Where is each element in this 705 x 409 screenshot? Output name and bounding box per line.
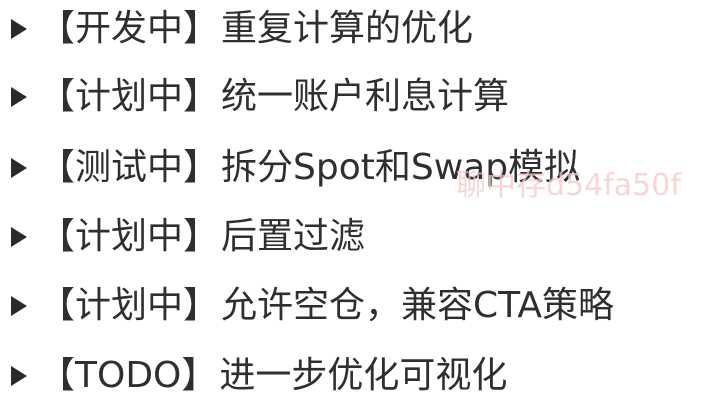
item-title: 允许空仓，兼容CTA策略 <box>221 285 614 326</box>
list-item: 【开发中】 重复计算的优化 <box>0 0 473 58</box>
triangle-bullet-icon <box>11 158 27 178</box>
item-title: 拆分Spot和Swap模拟 <box>221 147 581 188</box>
task-list: 【开发中】 重复计算的优化 【计划中】 统一账户利息计算 【测试中】 拆分Spo… <box>0 0 705 409</box>
list-item: 【TODO】 进一步优化可视化 <box>0 347 507 405</box>
item-title: 进一步优化可视化 <box>219 355 508 396</box>
status-tag: 【TODO】 <box>39 355 218 396</box>
list-item: 【计划中】 统一账户利息计算 <box>0 68 509 126</box>
status-tag: 【计划中】 <box>39 76 220 117</box>
triangle-bullet-icon <box>11 227 27 247</box>
triangle-bullet-icon <box>11 87 27 107</box>
status-tag: 【计划中】 <box>39 216 220 257</box>
triangle-bullet-icon <box>11 19 27 39</box>
triangle-bullet-icon <box>11 296 27 316</box>
item-title: 后置过滤 <box>221 216 366 257</box>
status-tag: 【开发中】 <box>39 8 220 49</box>
status-tag: 【计划中】 <box>39 285 220 326</box>
item-title: 重复计算的优化 <box>221 8 474 49</box>
list-item: 【计划中】 允许空仓，兼容CTA策略 <box>0 277 614 335</box>
status-tag: 【测试中】 <box>39 147 220 188</box>
list-item: 【计划中】 后置过滤 <box>0 208 365 266</box>
item-title: 统一账户利息计算 <box>221 76 510 117</box>
list-item: 【测试中】 拆分Spot和Swap模拟 <box>0 139 580 197</box>
triangle-bullet-icon <box>11 366 27 386</box>
